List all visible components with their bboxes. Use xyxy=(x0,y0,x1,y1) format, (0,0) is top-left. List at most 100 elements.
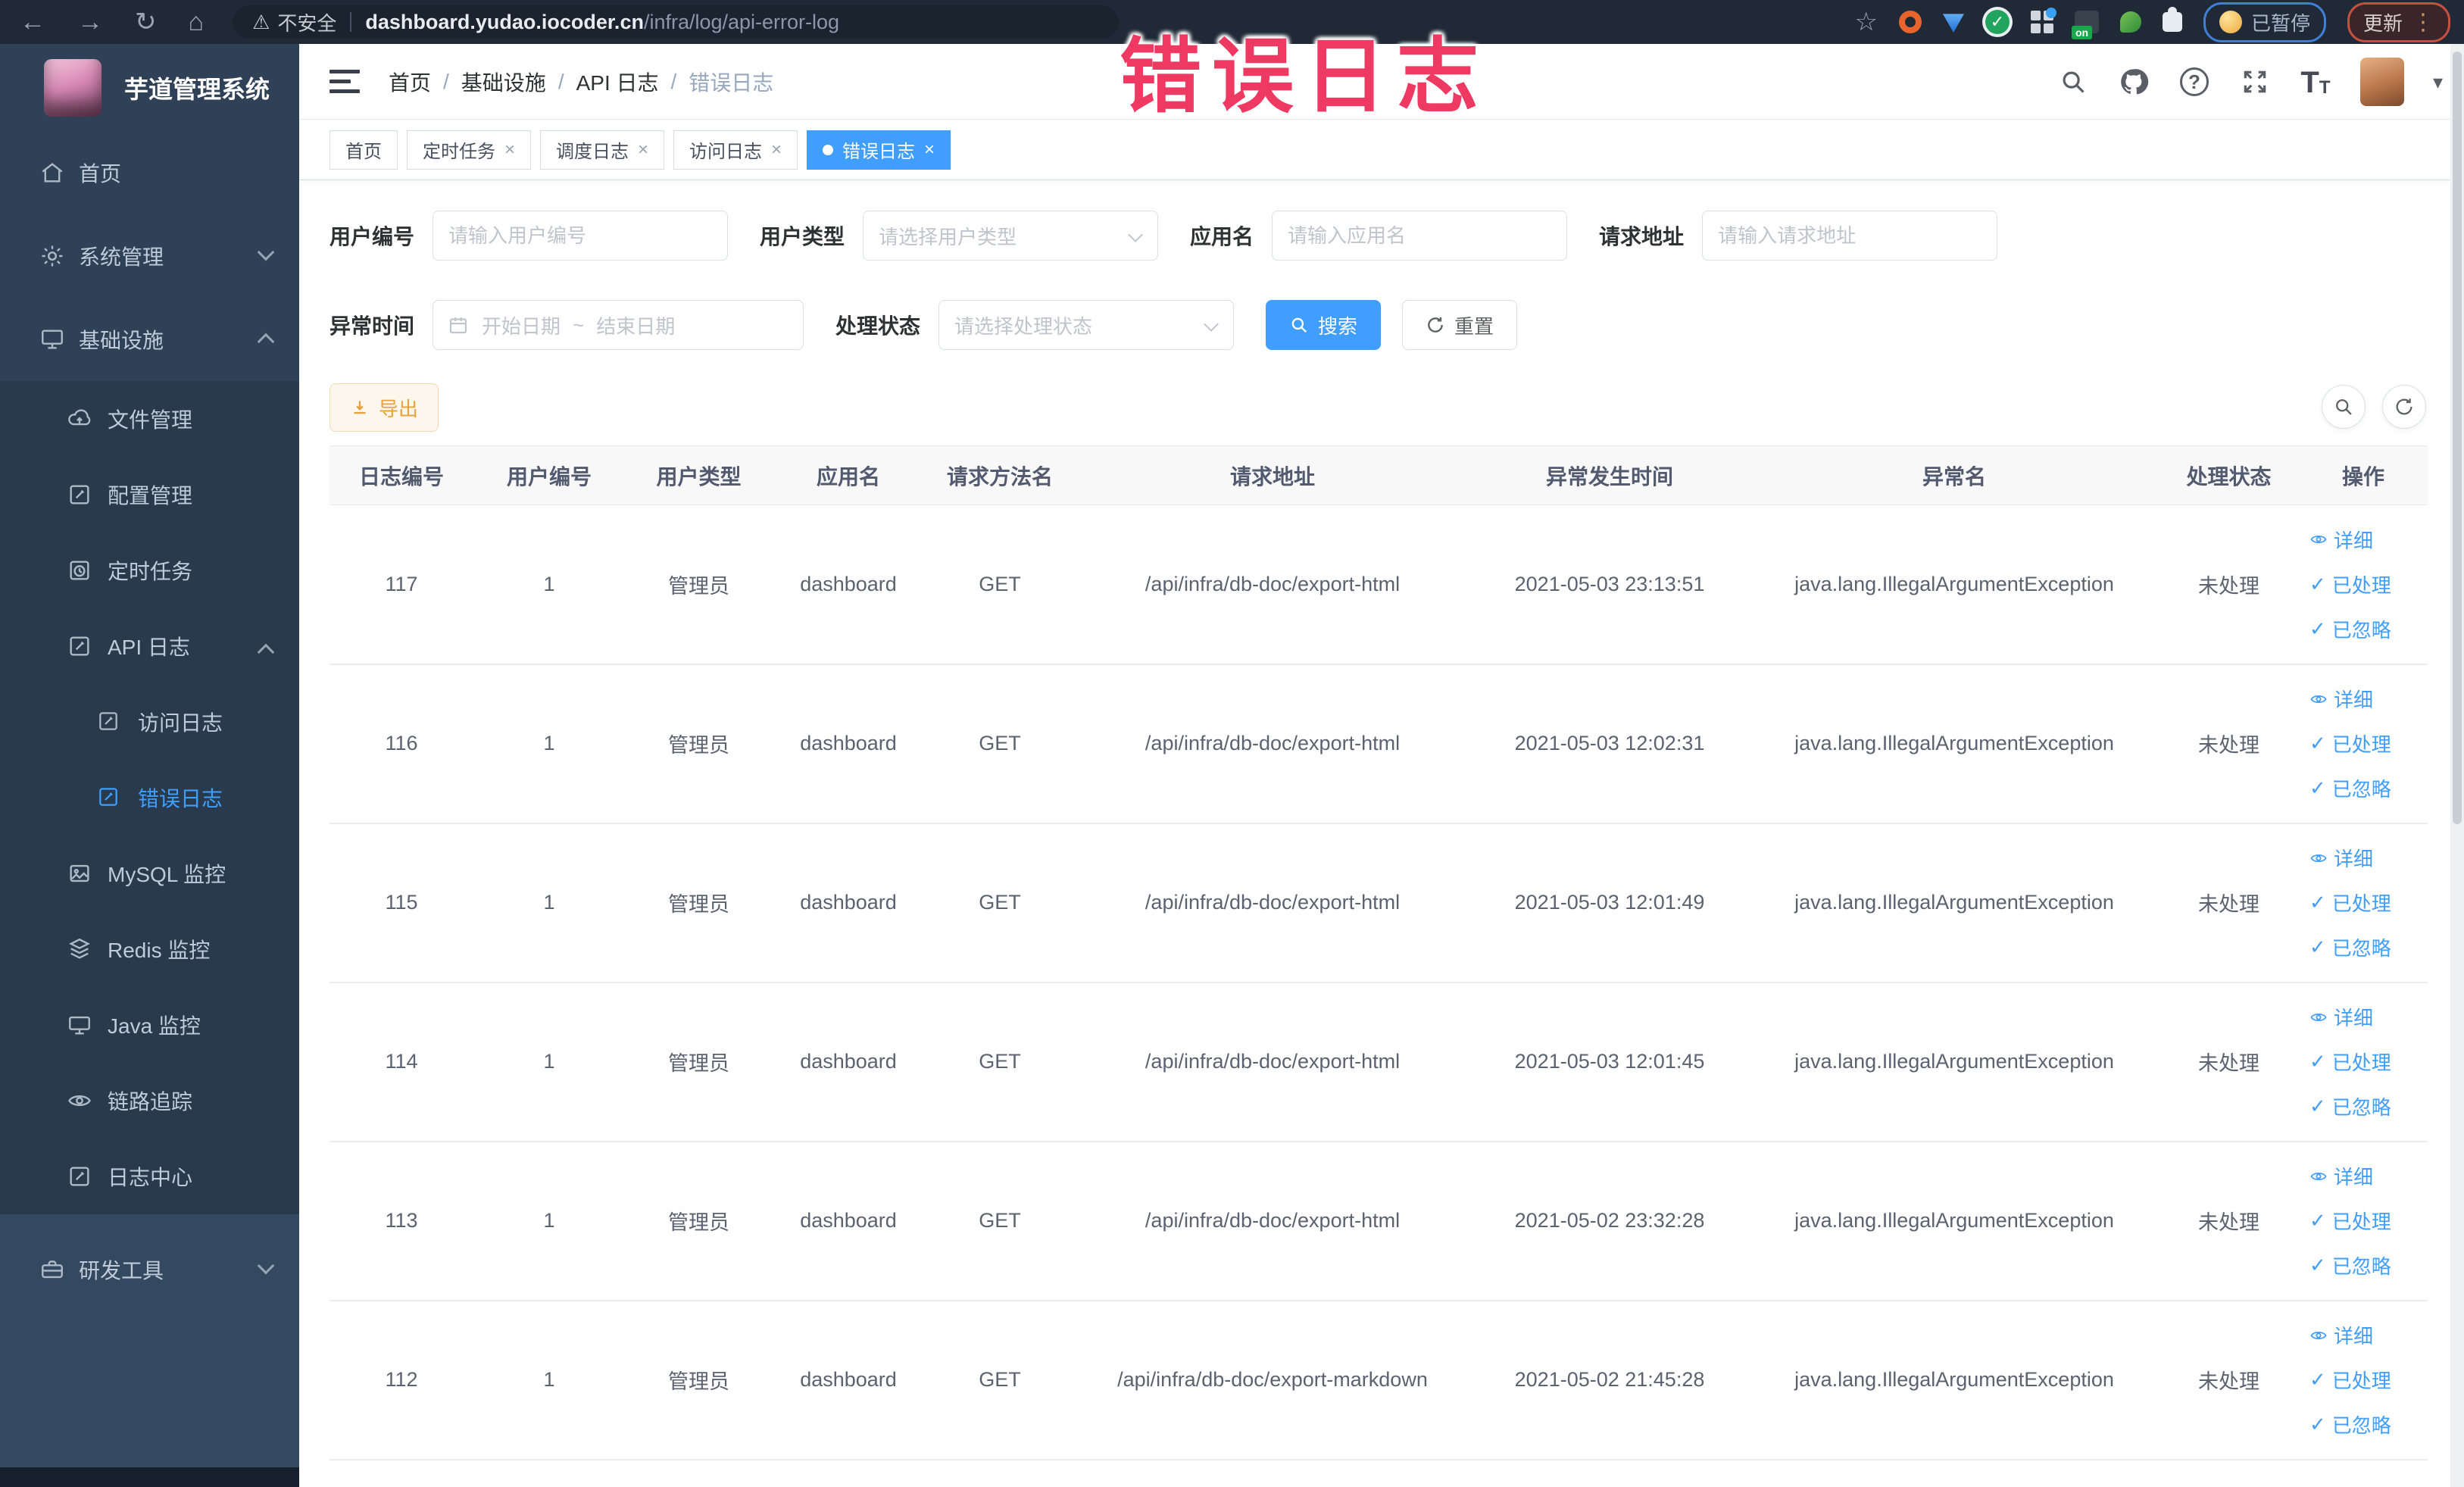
extensions-puzzle-icon[interactable] xyxy=(2162,7,2182,32)
user-type-select[interactable]: 请选择用户类型 xyxy=(863,211,1159,261)
bookmark-star-icon[interactable]: ☆ xyxy=(1854,7,1877,37)
extension-orange-icon[interactable] xyxy=(1898,11,1922,33)
cell-method: GET xyxy=(924,505,1076,665)
edit-square-icon xyxy=(67,482,92,508)
github-icon[interactable] xyxy=(2118,66,2150,98)
detail-link[interactable]: 详细 xyxy=(2309,685,2373,713)
app-logo xyxy=(44,58,101,117)
extension-leaf-icon[interactable] xyxy=(2119,11,2141,33)
cell-app-name: dashboard xyxy=(773,823,924,983)
cell-exception-name: java.lang.IllegalArgumentException xyxy=(1750,1300,2159,1460)
sidebar-item-redis-monitor[interactable]: Redis 监控 xyxy=(0,911,299,987)
sidebar-item-trace[interactable]: 链路追踪 xyxy=(0,1063,299,1139)
check-icon: ✓ xyxy=(2309,1050,2326,1073)
chrome-update-menu[interactable]: 更新 ⋮ xyxy=(2347,2,2450,42)
sidebar-item-file-manage[interactable]: 文件管理 xyxy=(0,381,299,457)
mark-ignored-link[interactable]: ✓ 已忽略 xyxy=(2309,1092,2391,1120)
sidebar-item-home[interactable]: 首页 xyxy=(0,131,299,214)
refresh-button[interactable] xyxy=(2382,385,2426,429)
cell-process-status: 未处理 xyxy=(2159,505,2299,665)
toggle-search-button[interactable] xyxy=(2322,385,2366,429)
detail-link[interactable]: 详细 xyxy=(2309,1162,2373,1190)
update-label: 更新 xyxy=(2363,11,2403,35)
mark-processed-link[interactable]: ✓ 已处理 xyxy=(2309,1366,2391,1394)
user-avatar[interactable] xyxy=(2359,58,2404,106)
fullscreen-icon[interactable] xyxy=(2239,66,2271,98)
cell-process-status: 未处理 xyxy=(2159,664,2299,824)
avatar-caret-down-icon[interactable]: ▾ xyxy=(2433,70,2443,94)
sidebar-item-log-center[interactable]: 日志中心 xyxy=(0,1139,299,1214)
breadcrumb-item[interactable]: 基础设施 xyxy=(461,67,546,97)
mark-ignored-link[interactable]: ✓ 已忽略 xyxy=(2309,774,2391,802)
extension-shield-icon[interactable] xyxy=(1942,14,1964,33)
tab-access-log[interactable]: 访问日志 × xyxy=(673,130,798,170)
sidebar-item-access-log[interactable]: 访问日志 xyxy=(0,684,299,760)
request-url-input[interactable] xyxy=(1702,211,1998,261)
url-path: /infra/log/api-error-log xyxy=(643,10,840,33)
sidebar-item-scheduled-jobs[interactable]: 定时任务 xyxy=(0,533,299,608)
monitor-icon xyxy=(39,326,65,352)
date-range-picker[interactable]: 开始日期 ~ 结束日期 xyxy=(433,300,804,350)
cell-user-id: 1 xyxy=(473,505,625,665)
breadcrumb-item[interactable]: 首页 xyxy=(389,67,431,97)
sidebar-item-config-manage[interactable]: 配置管理 xyxy=(0,457,299,533)
mark-ignored-link[interactable]: ✓ 已忽略 xyxy=(2309,1251,2391,1279)
sidebar-item-mysql-monitor[interactable]: MySQL 监控 xyxy=(0,836,299,911)
sidebar-logo-row[interactable]: 芋道管理系统 xyxy=(0,44,299,131)
detail-link[interactable]: 详细 xyxy=(2309,1003,2373,1031)
sidebar-item-dev-tools[interactable]: 研发工具 xyxy=(0,1228,299,1311)
close-icon[interactable]: × xyxy=(771,139,782,161)
extension-green-check-icon[interactable]: ✓ xyxy=(1985,10,2010,34)
reset-button[interactable]: 重置 xyxy=(1402,300,1518,350)
mark-processed-link[interactable]: ✓ 已处理 xyxy=(2309,889,2391,917)
close-icon[interactable]: × xyxy=(504,139,515,161)
mark-processed-link[interactable]: ✓ 已处理 xyxy=(2309,1207,2391,1235)
detail-link[interactable]: 详细 xyxy=(2309,526,2373,554)
scrollbar-thumb[interactable] xyxy=(2453,52,2462,824)
cell-request-url: /api/infra/db-doc/export-html xyxy=(1076,823,1469,983)
detail-link[interactable]: 详细 xyxy=(2309,844,2373,872)
tab-home[interactable]: 首页 xyxy=(329,130,398,170)
detail-link[interactable]: 详细 xyxy=(2309,1321,2373,1349)
close-icon[interactable]: × xyxy=(638,139,648,161)
tab-error-log[interactable]: 错误日志 × xyxy=(807,130,951,170)
forward-icon[interactable]: → xyxy=(77,8,103,37)
search-button[interactable]: 搜索 xyxy=(1266,300,1382,350)
mark-processed-link[interactable]: ✓ 已处理 xyxy=(2309,1048,2391,1076)
sidebar-item-infra[interactable]: 基础设施 xyxy=(0,298,299,381)
address-bar[interactable]: ⚠ 不安全 dashboard.yudao.iocoder.cn/infra/l… xyxy=(233,5,1120,39)
extension-grid-icon[interactable] xyxy=(2030,8,2056,33)
sidebar-footer-strip xyxy=(0,1467,299,1487)
window-scrollbar[interactable] xyxy=(2450,44,2464,1487)
search-icon[interactable] xyxy=(2057,66,2089,98)
mark-ignored-link[interactable]: ✓ 已忽略 xyxy=(2309,933,2391,961)
export-button[interactable]: 导出 xyxy=(329,383,439,432)
cell-user-id: 1 xyxy=(473,1141,625,1301)
font-size-icon[interactable]: TT xyxy=(2300,66,2331,98)
error-log-table: 日志编号 用户编号 用户类型 应用名 请求方法名 请求地址 异常发生时间 异常名… xyxy=(329,445,2428,1460)
user-id-input[interactable] xyxy=(433,211,729,261)
mark-ignored-link[interactable]: ✓ 已忽略 xyxy=(2309,615,2391,643)
breadcrumb-item[interactable]: API 日志 xyxy=(576,67,659,97)
tab-schedule-log[interactable]: 调度日志 × xyxy=(540,130,665,170)
help-icon[interactable]: ? xyxy=(2178,66,2210,98)
sidebar-item-system[interactable]: 系统管理 xyxy=(0,214,299,298)
profile-paused-badge[interactable]: 已暂停 xyxy=(2203,2,2326,42)
extension-switch-icon[interactable]: on xyxy=(2071,11,2099,39)
process-status-select[interactable]: 请选择处理状态 xyxy=(938,300,1235,350)
sidebar-fold-icon[interactable] xyxy=(329,70,360,93)
mark-ignored-link[interactable]: ✓ 已忽略 xyxy=(2309,1410,2391,1439)
mark-processed-link[interactable]: ✓ 已处理 xyxy=(2309,570,2391,598)
sidebar-item-java-monitor[interactable]: Java 监控 xyxy=(0,987,299,1063)
col-actions: 操作 xyxy=(2299,445,2428,505)
sidebar-item-api-log[interactable]: API 日志 xyxy=(0,608,299,684)
tab-scheduled-jobs[interactable]: 定时任务 × xyxy=(407,130,532,170)
reload-icon[interactable]: ↻ xyxy=(135,7,157,37)
back-icon[interactable]: ← xyxy=(20,8,45,37)
home-icon[interactable]: ⌂ xyxy=(189,8,205,37)
sidebar-item-error-log[interactable]: 错误日志 xyxy=(0,760,299,836)
close-icon[interactable]: × xyxy=(924,139,935,161)
mark-processed-link[interactable]: ✓ 已处理 xyxy=(2309,729,2391,758)
app-name-input[interactable] xyxy=(1272,211,1568,261)
cell-app-name: dashboard xyxy=(773,664,924,824)
